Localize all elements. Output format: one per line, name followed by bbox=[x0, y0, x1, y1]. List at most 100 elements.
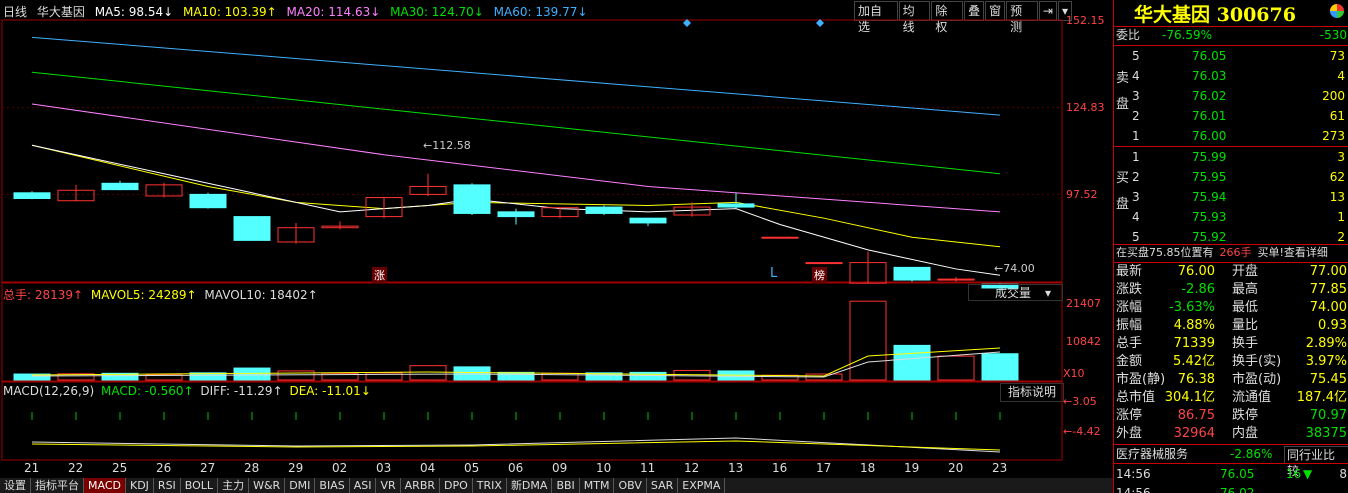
date-label: 02 bbox=[332, 461, 348, 475]
tab-expma[interactable]: EXPMA bbox=[678, 478, 726, 493]
l-marker[interactable]: L bbox=[770, 266, 777, 281]
date-label: 03 bbox=[376, 461, 392, 475]
sell-side-label: 卖盘 bbox=[1116, 71, 1130, 112]
industry-compare-button[interactable]: 同行业比较 bbox=[1284, 446, 1348, 478]
tab-boll[interactable]: BOLL bbox=[181, 478, 219, 493]
stat-row: 涨幅 -3.63% 最低 74.00 bbox=[1116, 300, 1347, 315]
macd-tick: ←-4.42 bbox=[1063, 425, 1101, 438]
candle-body bbox=[453, 184, 491, 214]
stat-row: 外盘 32964 内盘 38375 bbox=[1116, 426, 1347, 441]
ma60-line bbox=[31, 36, 1001, 116]
buy-order-row: 4 75.93 1 bbox=[1132, 210, 1345, 224]
macd-lines bbox=[31, 412, 1001, 453]
dragon-tiger-list-marker[interactable]: 榜 bbox=[812, 267, 827, 283]
industry-row: 医疗器械服务 -2.86% 同行业比较 bbox=[1114, 445, 1348, 478]
stat-row: 总市值 304.1亿 流通值 187.4亿 bbox=[1116, 390, 1347, 405]
candle-body bbox=[13, 192, 51, 200]
volume-tick: 21407 bbox=[1066, 297, 1101, 310]
kline-chart[interactable] bbox=[0, 0, 1113, 478]
low-price-annotation: ←74.00 bbox=[994, 262, 1035, 275]
volume-tick: 10842 bbox=[1066, 335, 1101, 348]
buy-order-row: 3 75.94 13 bbox=[1132, 190, 1345, 204]
indicator-tab-bar: 设置 指标平台 MACD KDJ RSI BOLL 主力 W&R DMI BIAS ASI VR ARB… bbox=[0, 478, 1113, 493]
candle-body bbox=[893, 266, 931, 281]
tab-bbi[interactable]: BBI bbox=[552, 478, 580, 493]
volume-bar bbox=[849, 300, 887, 381]
tab-vr[interactable]: VR bbox=[376, 478, 401, 493]
volume-bars bbox=[13, 300, 1019, 381]
date-label: 26 bbox=[156, 461, 172, 475]
tab-mtm[interactable]: MTM bbox=[580, 478, 615, 493]
pie-chart-icon[interactable] bbox=[1330, 4, 1344, 18]
date-label: 12 bbox=[684, 461, 700, 475]
stat-row: 振幅 4.88% 量比 0.93 bbox=[1116, 318, 1347, 333]
indicator-info-button[interactable]: 指标说明 bbox=[1000, 383, 1064, 402]
buy-order-row: 1 75.99 3 bbox=[1132, 150, 1345, 164]
buy-orders: 1 75.99 3 2 75.95 62 3 75.94 13 4 75.93 1 5 75.92 2 bbox=[1114, 147, 1348, 247]
macd-tick: ←3.05 bbox=[1063, 395, 1097, 408]
volume-bar bbox=[937, 355, 975, 381]
tab-dmi[interactable]: DMI bbox=[285, 478, 316, 493]
tab-asi[interactable]: ASI bbox=[350, 478, 377, 493]
moving-average-lines bbox=[31, 36, 1001, 276]
dea-line bbox=[31, 440, 1001, 451]
date-label: 29 bbox=[288, 461, 304, 475]
limit-up-marker[interactable]: 涨 bbox=[372, 267, 387, 283]
indicator-select[interactable]: 成交量 ▾ bbox=[968, 284, 1063, 301]
tab-主力[interactable]: 主力 bbox=[218, 478, 250, 493]
tab-kdj[interactable]: KDJ bbox=[126, 478, 154, 493]
tab-macd[interactable]: MACD bbox=[84, 478, 126, 493]
volume-bar bbox=[277, 370, 315, 381]
candle-body bbox=[189, 193, 227, 209]
candle-body bbox=[585, 206, 623, 214]
candle-body bbox=[629, 217, 667, 224]
sell-order-row: 1 76.00 273 bbox=[1132, 129, 1345, 143]
sell-order-row: 4 76.03 4 bbox=[1132, 69, 1345, 83]
tab-w&r[interactable]: W&R bbox=[249, 478, 286, 493]
tab-新dma[interactable]: 新DMA bbox=[507, 478, 553, 493]
tick-row: 14:56 76.02 bbox=[1116, 486, 1255, 493]
date-label: 25 bbox=[112, 461, 128, 475]
date-label: 17 bbox=[816, 461, 832, 475]
tab-dpo[interactable]: DPO bbox=[440, 478, 473, 493]
tab-bias[interactable]: BIAS bbox=[315, 478, 350, 493]
tab-sar[interactable]: SAR bbox=[647, 478, 679, 493]
candle-body bbox=[937, 278, 975, 281]
tab-rsi[interactable]: RSI bbox=[154, 478, 181, 493]
buy-order-row: 2 75.95 62 bbox=[1132, 170, 1345, 184]
volume-bar bbox=[981, 353, 1019, 381]
tab-设置[interactable]: 设置 bbox=[0, 478, 31, 493]
high-price-annotation: ←112.58 bbox=[423, 139, 471, 152]
price-tick: 97.52 bbox=[1066, 188, 1098, 201]
date-label: 05 bbox=[464, 461, 480, 475]
quote-title: 华大基因 300676 bbox=[1134, 4, 1296, 26]
tab-指标平台[interactable]: 指标平台 bbox=[31, 478, 84, 493]
date-label: 19 bbox=[904, 461, 920, 475]
volume-legend: 总手: 28139↑ MAVOL5: 24289↑ MAVOL10: 18402… bbox=[3, 288, 318, 302]
candle-body bbox=[805, 262, 843, 265]
price-panel-frame bbox=[1, 19, 1063, 283]
tab-trix[interactable]: TRIX bbox=[473, 478, 507, 493]
volume-bar bbox=[409, 365, 447, 381]
mavol5-line bbox=[31, 347, 1001, 377]
stat-row: 最新 76.00 开盘 77.00 bbox=[1116, 264, 1347, 279]
date-label: 22 bbox=[68, 461, 84, 475]
date-label: 09 bbox=[552, 461, 568, 475]
tab-obv[interactable]: OBV bbox=[614, 478, 647, 493]
quote-stats: 最新 76.00 开盘 77.00 涨跌 -2.86 最高 77.85 涨幅 -3.63% 最低 74… bbox=[1114, 263, 1348, 443]
date-label: 06 bbox=[508, 461, 524, 475]
tab-arbr[interactable]: ARBR bbox=[401, 478, 441, 493]
volume-bar bbox=[893, 344, 931, 381]
date-label: 28 bbox=[244, 461, 260, 475]
price-tick: 152.15 bbox=[1066, 14, 1105, 27]
buy-side-label: 买盘 bbox=[1116, 171, 1130, 212]
stat-row: 涨停 86.75 跌停 70.97 bbox=[1116, 408, 1347, 423]
candle-body bbox=[101, 182, 139, 191]
candle-body bbox=[497, 211, 535, 218]
sell-orders: 5 76.05 73 4 76.03 4 3 76.02 200 2 76.01 61 1 76.00 27… bbox=[1114, 46, 1348, 146]
date-label: 20 bbox=[948, 461, 964, 475]
big-order-notice[interactable]: 在买盘75.85位置有 266手 买单!查看详细 bbox=[1114, 244, 1348, 262]
ma30-line bbox=[31, 71, 1001, 175]
price-grid bbox=[2, 107, 1062, 195]
date-axis: 21 22 25 26 27 28 29 02 03 04 05 06 09 10 11 12 13 16 17 18… bbox=[0, 461, 1062, 477]
